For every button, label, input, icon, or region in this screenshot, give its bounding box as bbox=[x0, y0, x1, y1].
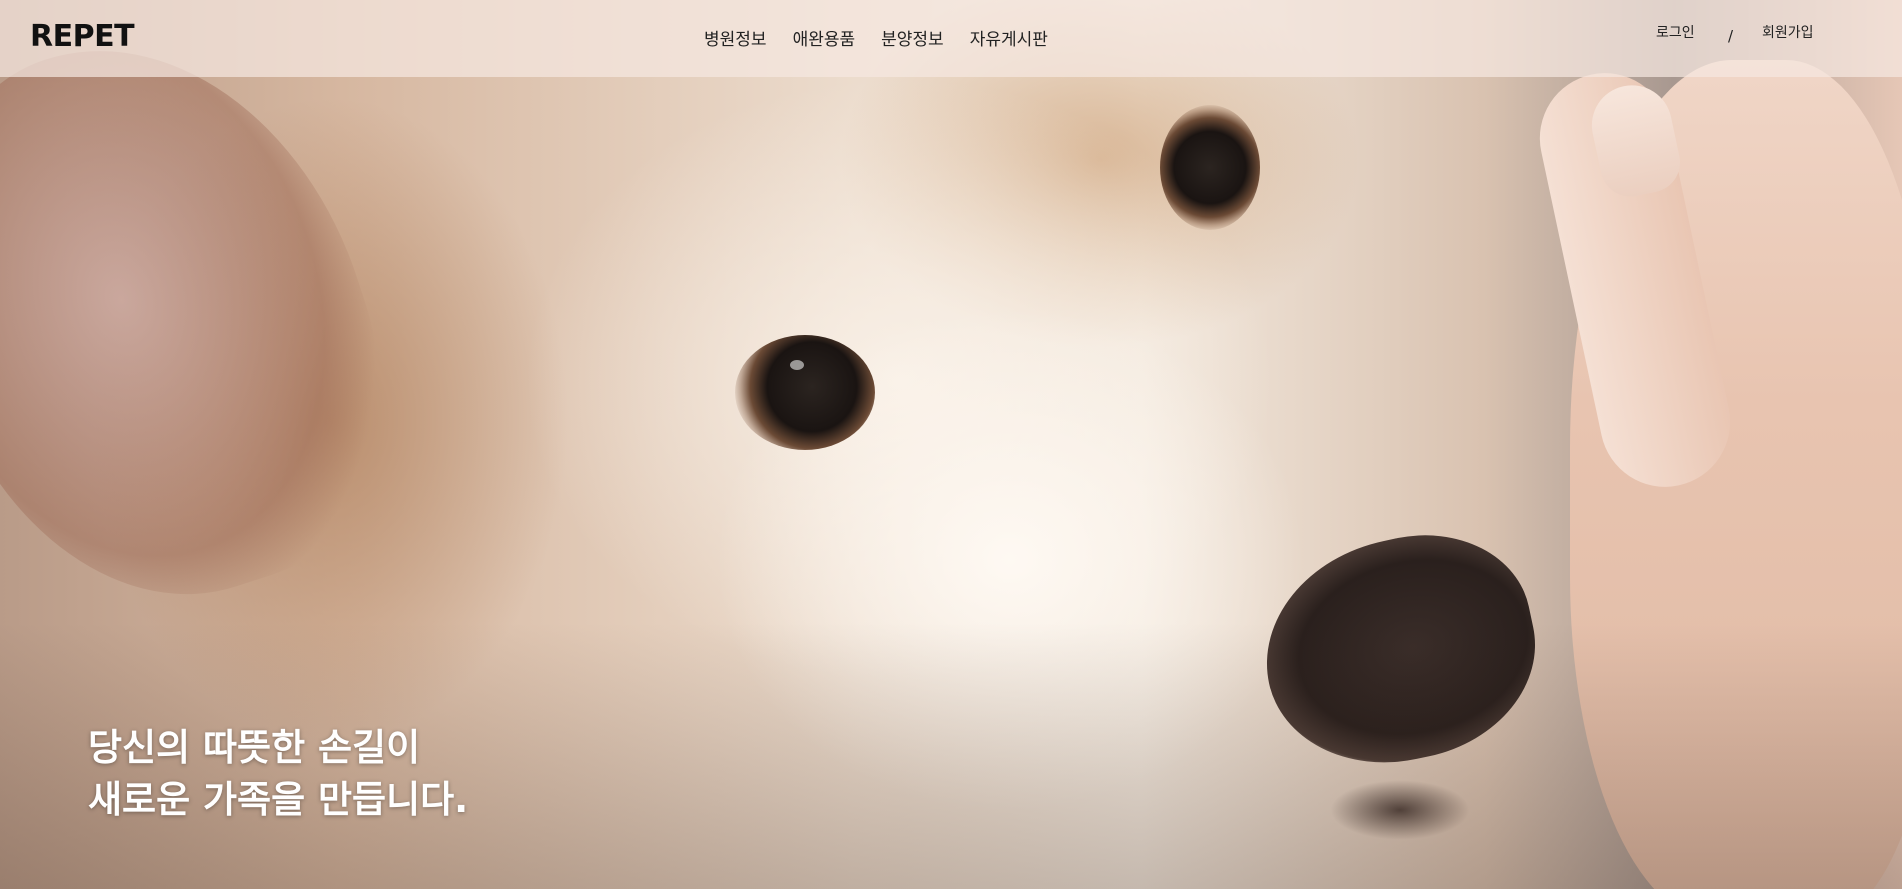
login-link[interactable]: 로그인 bbox=[1656, 22, 1695, 42]
site-logo[interactable]: REPET bbox=[30, 19, 135, 54]
nav-item-adoption-info[interactable]: 분양정보 bbox=[881, 25, 944, 50]
nav-item-pet-supplies[interactable]: 애완용품 bbox=[793, 25, 856, 50]
signup-link[interactable]: 회원가입 bbox=[1762, 22, 1814, 42]
site-header: REPET 병원정보 애완용품 분양정보 자유게시판 로그인 / 회원가입 bbox=[0, 0, 1902, 77]
hero-tagline-line2: 새로운 가족을 만듭니다. bbox=[88, 778, 469, 821]
nav-item-free-board[interactable]: 자유게시판 bbox=[970, 25, 1048, 50]
main-nav: 병원정보 애완용품 분양정보 자유게시판 bbox=[704, 25, 1048, 50]
hero-tagline: 당신의 따뜻한 손길이 새로운 가족을 만듭니다. bbox=[88, 722, 468, 826]
hero-tagline-line1: 당신의 따뜻한 손길이 bbox=[88, 726, 421, 769]
auth-separator: / bbox=[1728, 27, 1734, 45]
nav-item-hospital-info[interactable]: 병원정보 bbox=[704, 25, 767, 50]
